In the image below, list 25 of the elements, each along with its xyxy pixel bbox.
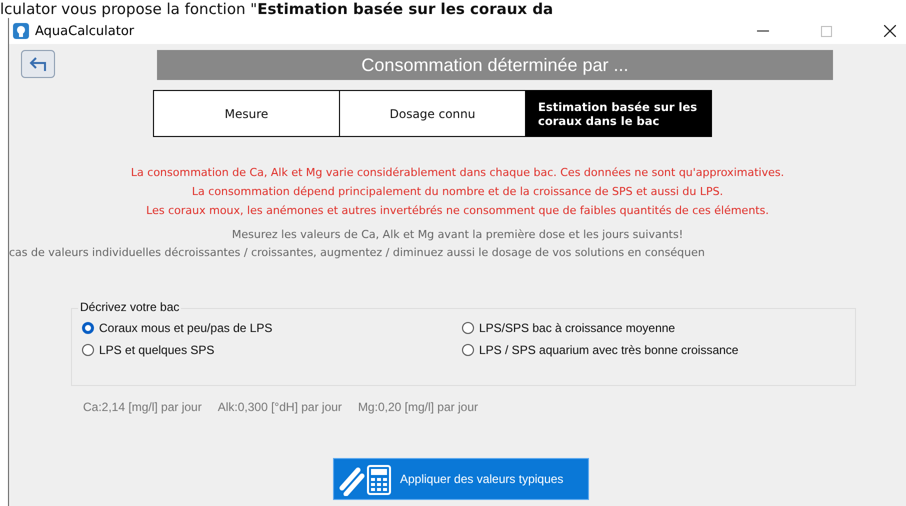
warning-text: Les coraux moux, les anémones et autres invertébrés ne consomment que de faibles quantités de ces éléments. — [146, 204, 769, 217]
warning-text: La consommation dépend principalement du nombre et de la croissance de SPS et aussi du LPS. — [192, 185, 724, 198]
group-title: Décrivez votre bac — [78, 300, 182, 314]
close-icon[interactable] — [884, 25, 896, 37]
back-button[interactable] — [21, 50, 55, 78]
tab[interactable]: Estimation basée sur les coraux dans le bac — [525, 90, 712, 137]
radio-option[interactable]: Coraux mous et peu/pas de LPS — [82, 321, 462, 335]
tab[interactable]: Dosage connu — [339, 90, 526, 137]
back-arrow-icon — [27, 55, 49, 73]
window-title: AquaCalculator — [35, 24, 134, 38]
warning-text: La consommation de Ca, Alk et Mg varie considérablement dans chaque bac. Ces données ne sont qu'approximatives. — [130, 166, 784, 179]
app-icon — [13, 23, 29, 39]
document-text: lculator vous propose la fonction "Estimation basée sur les coraux da — [0, 0, 554, 18]
tab[interactable]: Mesure — [153, 90, 340, 137]
value-text: Ca:2,14 [mg/l] par jour — [83, 400, 202, 414]
radio-option[interactable]: LPS / SPS aquarium avec très bonne croissance — [462, 343, 845, 357]
hint-text: cas de valeurs individuelles décroissantes / croissantes, augmentez / diminuez aussi le dosage de vos solutions en conséquen — [9, 246, 705, 259]
radio-option[interactable]: LPS et quelques SPS — [82, 343, 462, 357]
section-header: Consommation déterminée par ... — [157, 50, 833, 80]
value-text: Mg:0,20 [mg/l] par jour — [358, 400, 478, 414]
calculator-icon — [338, 462, 394, 496]
value-text: Alk:0,300 [°dH] par jour — [218, 400, 342, 414]
hint-text: Mesurez les valeurs de Ca, Alk et Mg avant la première dose et les jours suivants! — [232, 228, 684, 241]
apply-button[interactable]: Appliquer des valeurs typiques — [333, 458, 589, 500]
radio-option[interactable]: LPS/SPS bac à croissance moyenne — [462, 321, 845, 335]
